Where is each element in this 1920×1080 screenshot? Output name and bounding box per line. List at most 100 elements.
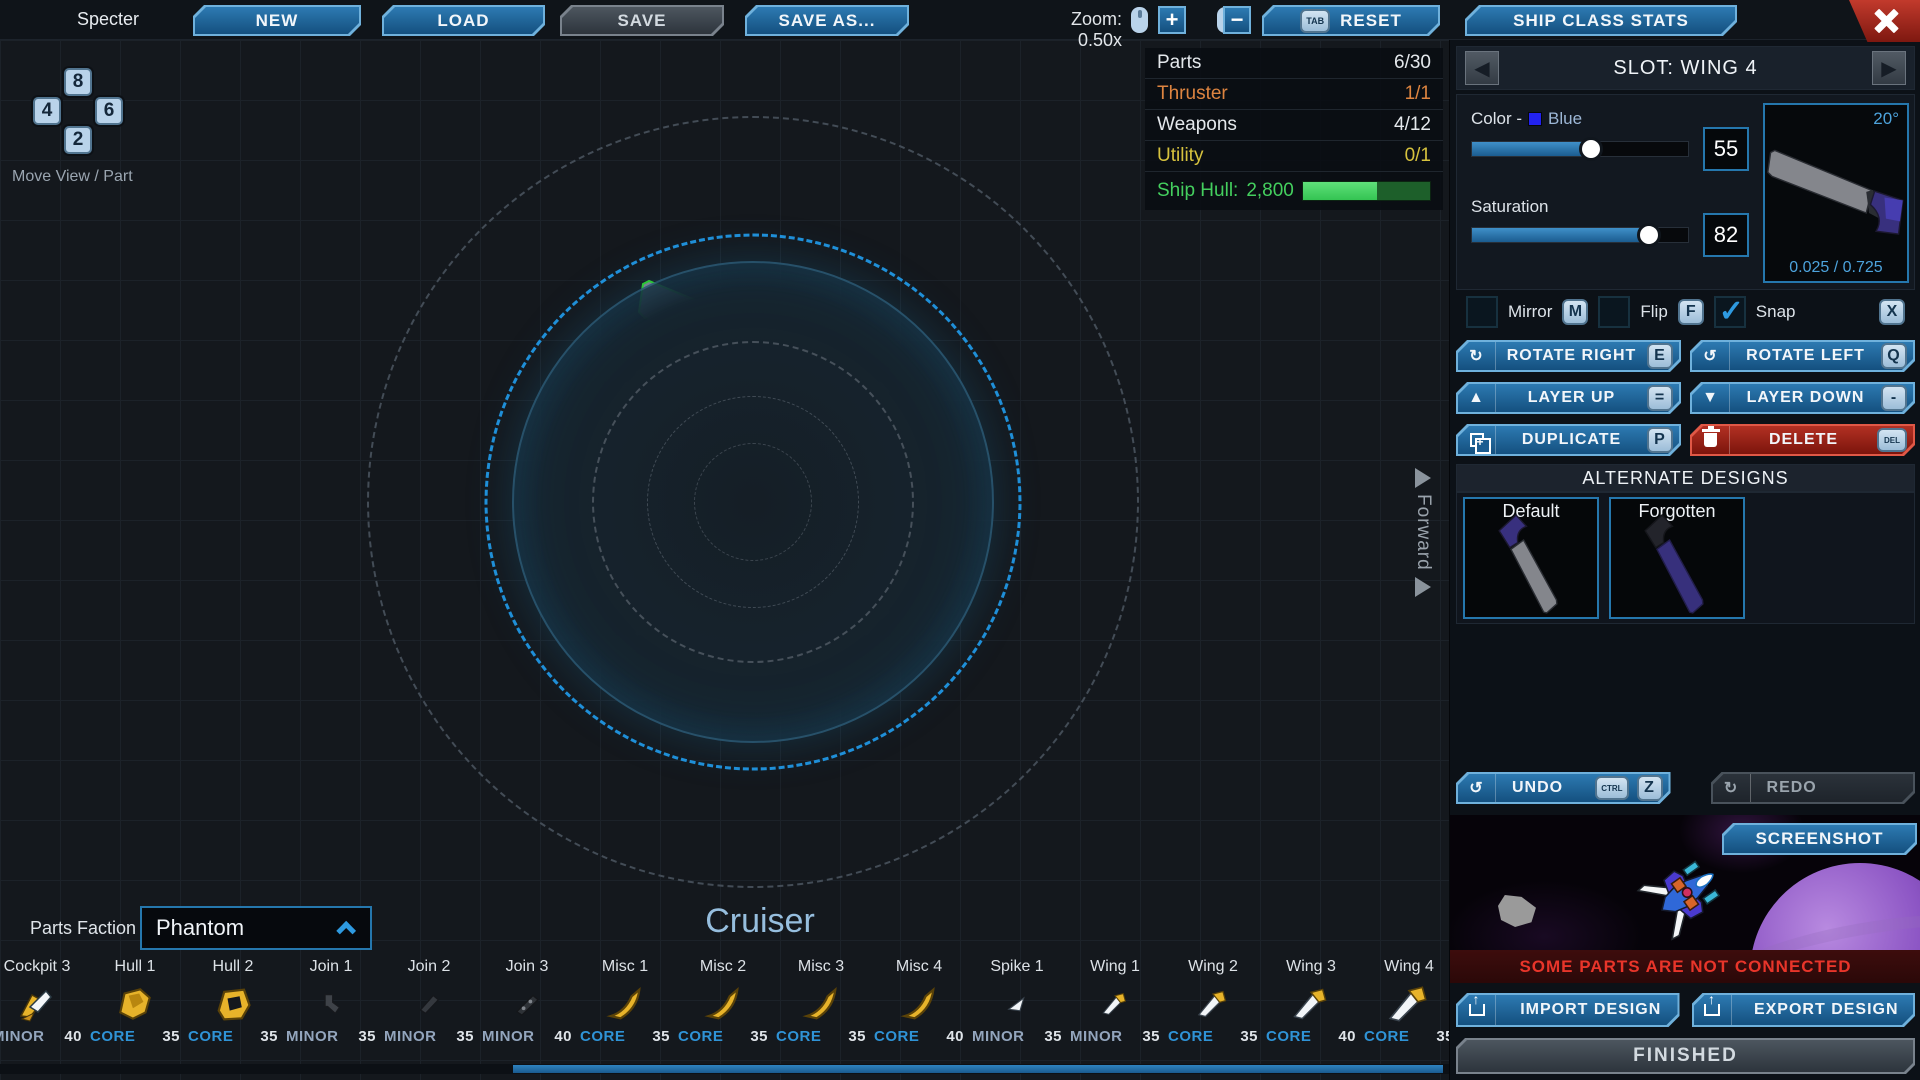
load-button-label: LOAD [384, 7, 543, 34]
rotate-right-label: ROTATE RIGHT [1504, 347, 1639, 365]
keypad-right-key: 6 [95, 97, 123, 125]
duplicate-label: DUPLICATE [1504, 431, 1639, 449]
top-toolbar: Specter NEW LOAD SAVE SAVE AS... Zoom: 0… [0, 0, 1920, 40]
part-item[interactable]: Join 1 MINOR 35 [282, 958, 380, 1045]
reset-button[interactable]: TAB RESET [1262, 5, 1440, 36]
import-design-button[interactable]: IMPORT DESIGN [1456, 993, 1680, 1027]
part-item[interactable]: Join 2 MINOR 35 [380, 958, 478, 1045]
part-meta: CORE 35 [184, 1028, 282, 1045]
rotate-left-button[interactable]: ↺ ROTATE LEFT Q [1690, 340, 1915, 372]
stat-label: Thruster [1157, 83, 1228, 105]
part-meta: CORE 35 [1164, 1028, 1262, 1045]
new-button[interactable]: NEW [193, 5, 361, 36]
mirror-checkbox[interactable]: ✓ [1466, 296, 1498, 328]
parts-faction-dropdown[interactable]: Phantom [140, 906, 372, 950]
stat-row-thruster: Thruster 1/1 [1145, 79, 1443, 110]
undo-button[interactable]: ↺ UNDO CTRL Z [1456, 772, 1671, 804]
part-angle-value: 20° [1873, 109, 1899, 129]
stat-value: 0/1 [1405, 145, 1431, 167]
part-meta: MINOR 35 [380, 1028, 478, 1045]
part-type: MINOR [972, 1028, 1025, 1045]
save-as-button-label: SAVE AS... [747, 7, 907, 34]
alt-design-forgotten[interactable]: Forgotten [1609, 497, 1745, 619]
duplicate-icon [1458, 426, 1496, 454]
snap-checkbox[interactable]: ✓ [1714, 296, 1746, 328]
part-item[interactable]: Wing 2 CORE 35 [1164, 958, 1262, 1045]
color-slider-fill [1472, 142, 1591, 156]
flip-checkbox[interactable]: ✓ [1598, 296, 1630, 328]
parts-scrollbar [0, 1064, 1449, 1074]
parts-faction-value: Phantom [156, 915, 342, 941]
part-cost: 35 [1044, 1028, 1062, 1045]
inner-ring-3 [694, 443, 812, 561]
close-button[interactable] [1849, 0, 1920, 42]
design-canvas[interactable]: 8 4 6 2 Move View / Part [0, 40, 1449, 1080]
save-button-label: SAVE [562, 7, 722, 34]
close-icon [1872, 8, 1898, 34]
save-as-button[interactable]: SAVE AS... [745, 5, 909, 36]
layer-up-button[interactable]: ▲ LAYER UP = [1456, 382, 1681, 414]
next-slot-button[interactable]: ▶ [1872, 51, 1906, 85]
misc-icon [701, 980, 745, 1028]
part-item[interactable]: Spike 1 MINOR 35 [968, 958, 1066, 1045]
tab-key-badge: TAB [1300, 9, 1330, 33]
part-meta: MINOR 40 [478, 1028, 576, 1045]
part-meta: CORE 35 [674, 1028, 772, 1045]
zoom-out-button[interactable]: − [1223, 6, 1251, 34]
part-name: Hull 2 [213, 958, 254, 980]
rotate-right-button[interactable]: ↻ ROTATE RIGHT E [1456, 340, 1681, 372]
saturation-value-box[interactable]: 82 [1703, 213, 1749, 257]
parts-scrollbar-thumb[interactable] [513, 1065, 1443, 1073]
part-type: CORE [874, 1028, 919, 1045]
saturation-slider-thumb[interactable] [1637, 223, 1661, 247]
color-slider[interactable] [1471, 141, 1689, 157]
screenshot-button[interactable]: SCREENSHOT [1722, 823, 1917, 855]
prev-slot-button[interactable]: ◀ [1465, 51, 1499, 85]
save-button[interactable]: SAVE [560, 5, 724, 36]
alt-design-default-image [1465, 498, 1596, 628]
part-item[interactable]: Wing 4 CORE 35 [1360, 958, 1449, 1045]
color-slider-thumb[interactable] [1579, 137, 1603, 161]
undo-label: UNDO [1504, 779, 1587, 797]
part-item[interactable]: Join 3 MINOR 40 [478, 958, 576, 1045]
spike-icon [1002, 980, 1032, 1028]
misc-icon [603, 980, 647, 1028]
hull-bar [1302, 181, 1431, 201]
stat-label: Parts [1157, 52, 1201, 74]
part-cost: 35 [260, 1028, 278, 1045]
alt-design-default[interactable]: Default [1463, 497, 1599, 619]
part-item[interactable]: Hull 1 CORE 35 [86, 958, 184, 1045]
part-name: Join 3 [506, 958, 549, 980]
saturation-slider[interactable] [1471, 227, 1689, 243]
part-item[interactable]: Misc 4 CORE 40 [870, 958, 968, 1045]
part-item[interactable]: Hull 2 CORE 35 [184, 958, 282, 1045]
part-item[interactable]: Misc 2 CORE 35 [674, 958, 772, 1045]
part-item[interactable]: Misc 1 CORE 35 [576, 958, 674, 1045]
part-type: CORE [188, 1028, 233, 1045]
flip-key-badge: F [1678, 299, 1704, 325]
layer-down-button[interactable]: ▼ LAYER DOWN - [1690, 382, 1915, 414]
duplicate-button[interactable]: DUPLICATE P [1456, 424, 1681, 456]
zoom-in-button[interactable]: + [1158, 6, 1186, 34]
part-cost: 35 [1240, 1028, 1258, 1045]
part-name: Spike 1 [990, 958, 1043, 980]
load-button[interactable]: LOAD [382, 5, 545, 36]
part-cost: 35 [848, 1028, 866, 1045]
part-item[interactable]: Misc 3 CORE 35 [772, 958, 870, 1045]
part-item[interactable]: Cockpit 3 MINOR 40 [0, 958, 86, 1045]
finished-label: FINISHED [1458, 1040, 1913, 1072]
part-name: Misc 2 [700, 958, 746, 980]
finished-button[interactable]: FINISHED [1456, 1038, 1915, 1074]
ship-class-stats-button[interactable]: SHIP CLASS STATS [1465, 5, 1737, 36]
redo-button[interactable]: ↻ REDO [1711, 772, 1915, 804]
hull-row: Ship Hull: 2,800 [1145, 172, 1443, 210]
part-name: Misc 4 [896, 958, 942, 980]
color-value-box[interactable]: 55 [1703, 127, 1749, 171]
ship-stats-panel: Parts 6/30 Thruster 1/1 Weapons 4/12 Uti… [1145, 48, 1443, 210]
saturation-label: Saturation [1471, 197, 1549, 217]
part-item[interactable]: Wing 3 CORE 40 [1262, 958, 1360, 1045]
delete-button[interactable]: DELETE DEL [1690, 424, 1915, 456]
export-design-button[interactable]: EXPORT DESIGN [1692, 993, 1916, 1027]
part-item[interactable]: Wing 1 MINOR 35 [1066, 958, 1164, 1045]
hull-label: Ship Hull: [1157, 180, 1238, 202]
